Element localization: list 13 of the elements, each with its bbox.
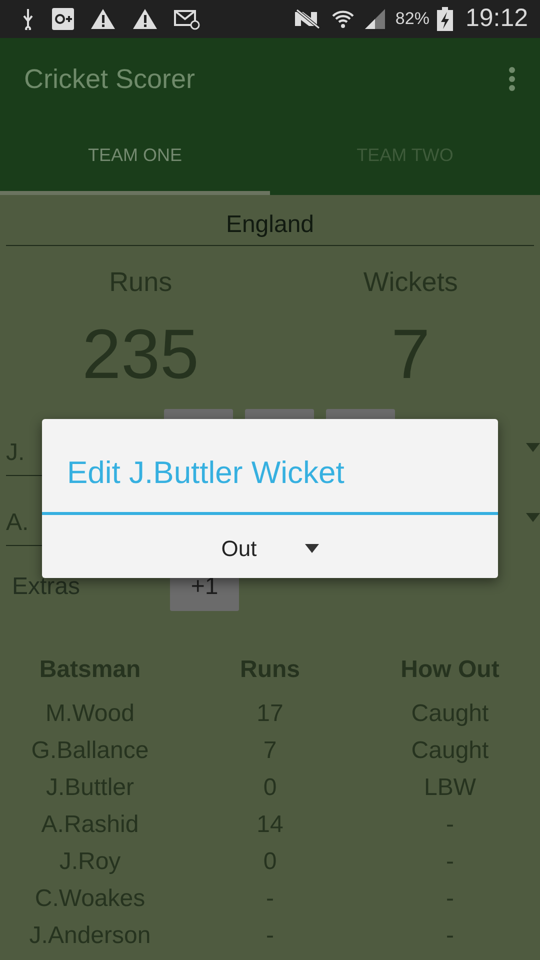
- battery-percentage: 82%: [395, 8, 430, 30]
- dialog-title: Edit J.Buttler Wicket: [42, 419, 498, 515]
- table-cell-text: -: [445, 810, 455, 840]
- table-cell-text: -: [445, 846, 455, 876]
- clock: 19:12: [465, 3, 528, 34]
- table-cell-text: -: [445, 884, 455, 914]
- tab[interactable]: TEAM ONE: [0, 120, 270, 195]
- table-cell-text: -: [265, 920, 275, 950]
- dropdown-value: Out: [221, 535, 257, 563]
- table-cell-text: -: [265, 884, 275, 914]
- team-name: England: [6, 195, 534, 246]
- table-cell-text: -: [445, 920, 455, 950]
- app-title: Cricket Scorer: [24, 62, 196, 96]
